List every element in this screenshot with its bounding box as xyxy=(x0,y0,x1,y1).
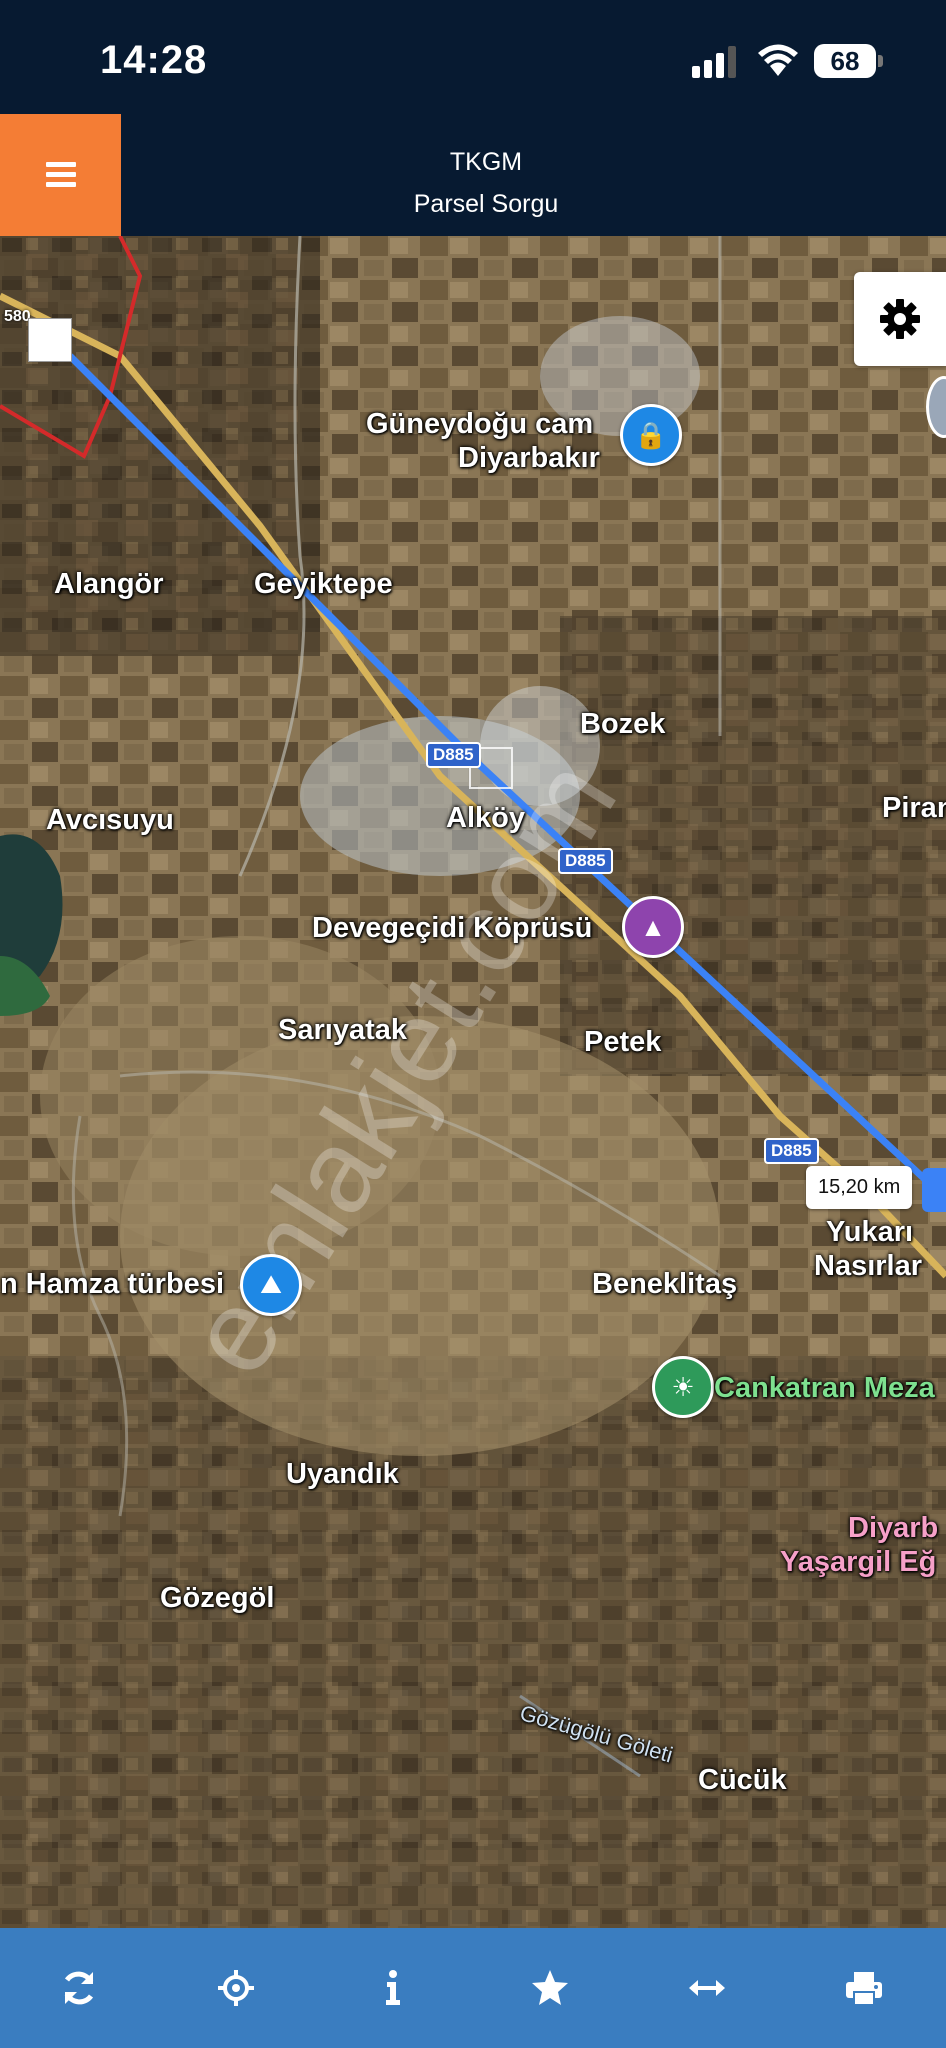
parcel-number: 580 xyxy=(4,308,31,325)
hamburger-icon xyxy=(45,162,76,188)
measure-arrows-icon xyxy=(688,1980,725,1996)
place-label: Cankatran Meza xyxy=(714,1372,935,1404)
shopping-pin-icon[interactable]: 🔒 xyxy=(620,404,682,466)
place-label: Uyandık xyxy=(286,1458,399,1490)
map-terrain xyxy=(0,236,946,1928)
menu-button[interactable] xyxy=(0,114,121,236)
place-label: Avcısuyu xyxy=(46,804,174,836)
cellular-signal-icon xyxy=(692,46,736,78)
road-shield: D885 xyxy=(558,848,613,874)
place-label: Cücük xyxy=(698,1764,787,1796)
place-label: Güneydoğu cam xyxy=(366,408,594,440)
satellite-map[interactable]: emlakjet.com 580 🔒 ▲ ⛰ ☀ D885 D885 D885 … xyxy=(0,236,946,1928)
print-button[interactable] xyxy=(785,1928,942,2048)
place-label: Petek xyxy=(584,1026,662,1058)
settings-button[interactable] xyxy=(854,272,946,366)
distance-label: 15,20 km xyxy=(806,1166,913,1209)
place-label: Yukarı xyxy=(826,1216,914,1248)
app-header: TKGM Parsel Sorgu xyxy=(0,114,946,236)
app-subtitle: Parsel Sorgu xyxy=(413,190,559,218)
battery-indicator: 68 xyxy=(814,44,876,78)
place-label: Piran xyxy=(882,792,946,824)
info-button[interactable] xyxy=(314,1928,471,2048)
print-icon xyxy=(845,1972,882,2006)
star-icon xyxy=(531,1970,568,2005)
locate-icon xyxy=(217,1970,254,2006)
place-label: Nasırlar xyxy=(814,1250,923,1282)
road-shield: D885 xyxy=(426,742,481,768)
status-time: 14:28 xyxy=(100,38,208,82)
refresh-icon xyxy=(64,1971,93,2005)
place-label: Alangör xyxy=(54,568,164,600)
info-icon xyxy=(385,1970,400,2005)
battery-cap xyxy=(878,55,883,67)
cemetery-pin-icon[interactable]: ☀ xyxy=(652,1356,714,1418)
place-label: Diyarb xyxy=(848,1512,939,1544)
refresh-button[interactable] xyxy=(0,1928,157,2048)
road-shield: D885 xyxy=(764,1138,819,1164)
place-label: Sarıyatak xyxy=(278,1014,407,1046)
place-label: Diyarbakır xyxy=(458,442,600,474)
measure-button[interactable] xyxy=(628,1928,785,2048)
measure-start-marker[interactable] xyxy=(28,318,72,362)
place-label: Geyiktepe xyxy=(254,568,393,600)
mosque-pin-icon[interactable]: ⛰ xyxy=(240,1254,302,1316)
gear-icon xyxy=(880,299,920,339)
place-label: Alköy xyxy=(446,802,525,834)
measure-end-marker[interactable] xyxy=(922,1168,946,1212)
bottom-toolbar xyxy=(0,1928,946,2048)
place-label: Devegeçidi Köprüsü xyxy=(312,912,593,944)
place-label: Gözegöl xyxy=(160,1582,275,1614)
place-label: Bozek xyxy=(580,708,666,740)
locate-button[interactable] xyxy=(157,1928,314,2048)
place-label: Yaşargil Eğ xyxy=(780,1546,937,1578)
wifi-icon xyxy=(758,44,798,76)
place-label: n Hamza türbesi xyxy=(0,1268,224,1300)
status-bar: 14:28 68 xyxy=(0,0,946,114)
favorite-button[interactable] xyxy=(471,1928,628,2048)
place-label: Beneklitaş xyxy=(592,1268,738,1300)
app-title: TKGM xyxy=(449,148,523,176)
landmark-pin-icon[interactable]: ▲ xyxy=(622,896,684,958)
